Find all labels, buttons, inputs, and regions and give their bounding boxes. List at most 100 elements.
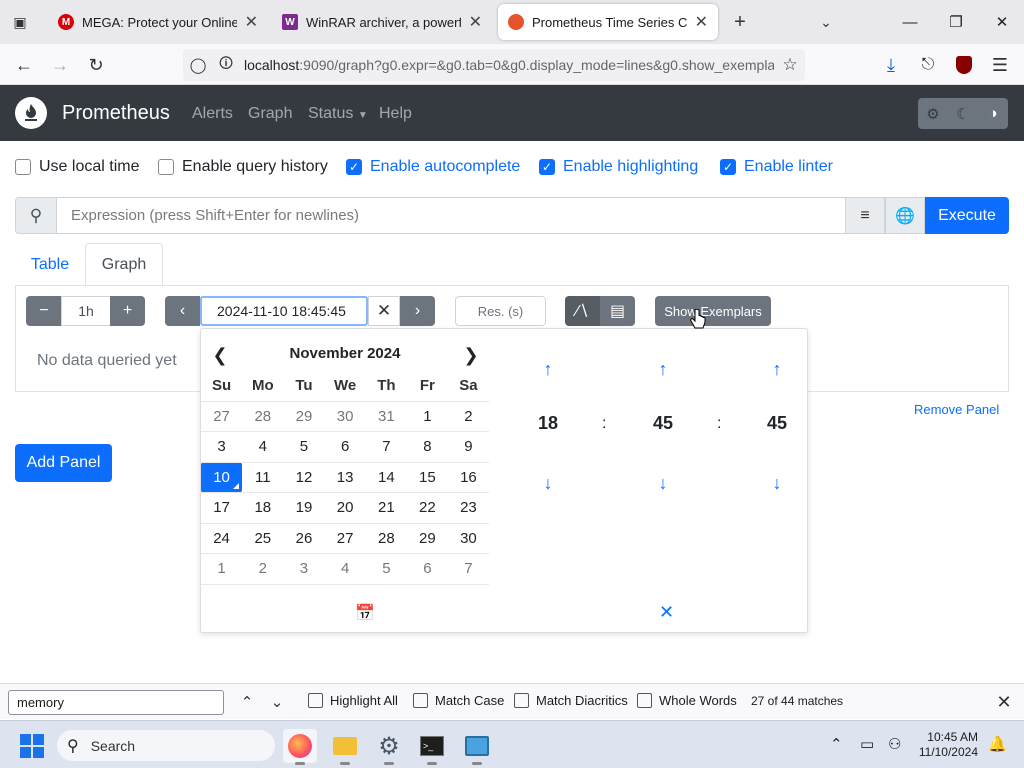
hour-up-arrow-icon[interactable]: ↑ — [536, 357, 560, 381]
nav-link-help[interactable]: Help — [379, 105, 412, 123]
find-input[interactable] — [8, 690, 224, 715]
second-down-arrow-icon[interactable]: ↓ — [765, 471, 789, 495]
bookmark-star-icon[interactable]: ☆ — [775, 50, 805, 80]
calendar-day[interactable]: 30 — [447, 523, 489, 554]
close-find-bar-icon[interactable]: ✕ — [992, 690, 1016, 714]
highlight-all-checkbox[interactable] — [308, 693, 323, 708]
tab-overview-icon[interactable]: ▣ — [5, 7, 35, 37]
close-window-icon[interactable]: ✕ — [982, 8, 1022, 36]
show-exemplars-button[interactable]: Show Exemplars — [655, 296, 771, 326]
calendar-day[interactable]: 1 — [201, 553, 243, 585]
close-tab-icon[interactable]: ✕ — [245, 12, 258, 32]
calendar-day[interactable]: 11 — [242, 462, 284, 493]
calendar-day[interactable]: 14 — [365, 462, 407, 493]
minute-down-arrow-icon[interactable]: ↓ — [651, 471, 675, 495]
linter-checkbox[interactable]: ✓ — [720, 159, 736, 175]
find-previous-icon[interactable]: ⌃ — [235, 690, 259, 714]
calendar-day[interactable]: 21 — [365, 492, 407, 524]
browser-tab-prometheus[interactable]: Prometheus Time Series Collect ✕ — [498, 4, 718, 40]
calendar-day[interactable]: 16 — [447, 462, 489, 493]
calendar-day[interactable]: 31 — [365, 401, 407, 432]
stacked-area-chart-icon[interactable]: ▤ — [600, 296, 635, 326]
calendar-today-icon[interactable]: 📅 — [355, 603, 375, 623]
list-tabs-chevron-icon[interactable]: ⌄ — [811, 7, 841, 37]
hour-down-arrow-icon[interactable]: ↓ — [536, 471, 560, 495]
highlighting-checkbox[interactable]: ✓ — [539, 159, 555, 175]
new-tab-icon[interactable]: + — [725, 7, 755, 37]
resolution-input[interactable]: Res. (s) — [455, 296, 546, 326]
nav-link-graph[interactable]: Graph — [248, 105, 292, 123]
highlight-all-option[interactable]: Highlight All — [308, 693, 398, 708]
calendar-day[interactable]: 4 — [242, 431, 284, 463]
calendar-day[interactable]: 18 — [242, 492, 284, 524]
autocomplete-checkbox[interactable]: ✓ — [346, 159, 362, 175]
format-expression-icon[interactable]: ≡ — [845, 197, 885, 234]
use-local-time-option[interactable]: Use local time — [15, 158, 139, 176]
ublock-icon[interactable] — [949, 50, 979, 80]
line-chart-icon[interactable]: ∕∖ — [565, 296, 600, 326]
downloads-icon[interactable]: ⤓ — [876, 50, 906, 80]
expression-input[interactable] — [56, 197, 846, 234]
tracking-shield-icon[interactable]: ◯ — [183, 50, 213, 80]
file-explorer-taskbar-icon[interactable] — [328, 729, 362, 765]
calendar-day[interactable]: 28 — [365, 523, 407, 554]
calendar-day[interactable]: 13 — [324, 462, 366, 493]
calendar-day[interactable]: 3 — [283, 553, 325, 585]
calendar-day[interactable]: 9 — [447, 431, 489, 463]
calendar-day[interactable]: 27 — [201, 401, 243, 432]
terminal-taskbar-icon[interactable]: >_ — [415, 729, 449, 765]
match-diacritics-checkbox[interactable] — [514, 693, 529, 708]
next-month-chevron-icon[interactable]: ❯ — [459, 343, 483, 367]
close-picker-icon[interactable]: ✕ — [659, 602, 674, 623]
display-tray-icon[interactable]: ▭ — [860, 735, 874, 753]
moon-icon[interactable]: ☾ — [948, 98, 978, 129]
calendar-day[interactable]: 24 — [201, 523, 243, 554]
brand-name[interactable]: Prometheus — [62, 102, 170, 125]
range-input[interactable]: 1h — [61, 296, 111, 326]
windows-start-icon[interactable] — [20, 734, 44, 758]
second-value[interactable]: 45 — [757, 413, 797, 434]
calendar-day[interactable]: 7 — [365, 431, 407, 463]
settings-taskbar-icon[interactable]: ⚙ — [372, 729, 406, 765]
tab-graph[interactable]: Graph — [85, 243, 163, 286]
taskbar-clock[interactable]: 10:45 AM 11/10/2024 — [918, 730, 978, 760]
calendar-day[interactable]: 12 — [283, 462, 325, 493]
match-case-option[interactable]: Match Case — [413, 693, 504, 708]
calendar-day[interactable]: 6 — [324, 431, 366, 463]
match-case-checkbox[interactable] — [413, 693, 428, 708]
calendar-day[interactable]: 26 — [283, 523, 325, 554]
reload-icon[interactable]: ↻ — [81, 50, 111, 80]
use-local-time-checkbox[interactable] — [15, 159, 31, 175]
enable-highlighting-option[interactable]: ✓ Enable highlighting — [539, 158, 698, 176]
calendar-day[interactable]: 25 — [242, 523, 284, 554]
nav-link-status[interactable]: Status ▼ — [308, 105, 368, 123]
firefox-taskbar-icon[interactable] — [283, 729, 317, 765]
calendar-day[interactable]: 19 — [283, 492, 325, 524]
calendar-day[interactable]: 29 — [406, 523, 448, 554]
calendar-day[interactable]: 23 — [447, 492, 489, 524]
url-text[interactable]: localhost:9090/graph?g0.expr=&g0.tab=0&g… — [244, 57, 774, 73]
extensions-icon[interactable]: ⎋ — [913, 50, 943, 80]
calendar-day[interactable]: 17 — [201, 492, 243, 524]
notification-bell-icon[interactable]: 🔔 — [988, 735, 1007, 753]
calendar-day[interactable]: 5 — [365, 553, 407, 585]
second-up-arrow-icon[interactable]: ↑ — [765, 357, 789, 381]
calendar-day[interactable]: 28 — [242, 401, 284, 432]
whole-words-option[interactable]: Whole Words — [637, 693, 737, 708]
calendar-day[interactable]: 2 — [242, 553, 284, 585]
enable-query-history-option[interactable]: Enable query history — [158, 158, 328, 176]
network-tray-icon[interactable]: ⚇ — [888, 735, 901, 753]
minute-up-arrow-icon[interactable]: ↑ — [651, 357, 675, 381]
tab-table[interactable]: Table — [15, 243, 85, 286]
hour-value[interactable]: 18 — [528, 413, 568, 434]
calendar-day[interactable]: 27 — [324, 523, 366, 554]
calendar-day[interactable]: 29 — [283, 401, 325, 432]
previous-month-chevron-icon[interactable]: ❮ — [208, 343, 232, 367]
whole-words-checkbox[interactable] — [637, 693, 652, 708]
restore-icon[interactable]: ❐ — [936, 8, 976, 36]
enable-autocomplete-option[interactable]: ✓ Enable autocomplete — [346, 158, 520, 176]
browser-tab-winrar[interactable]: W WinRAR archiver, a powerful to ✕ — [272, 4, 492, 40]
sun-icon[interactable]: ⚙ — [918, 98, 948, 129]
page-info-icon[interactable]: 🛈 — [211, 50, 241, 80]
find-next-icon[interactable]: ⌄ — [265, 690, 289, 714]
